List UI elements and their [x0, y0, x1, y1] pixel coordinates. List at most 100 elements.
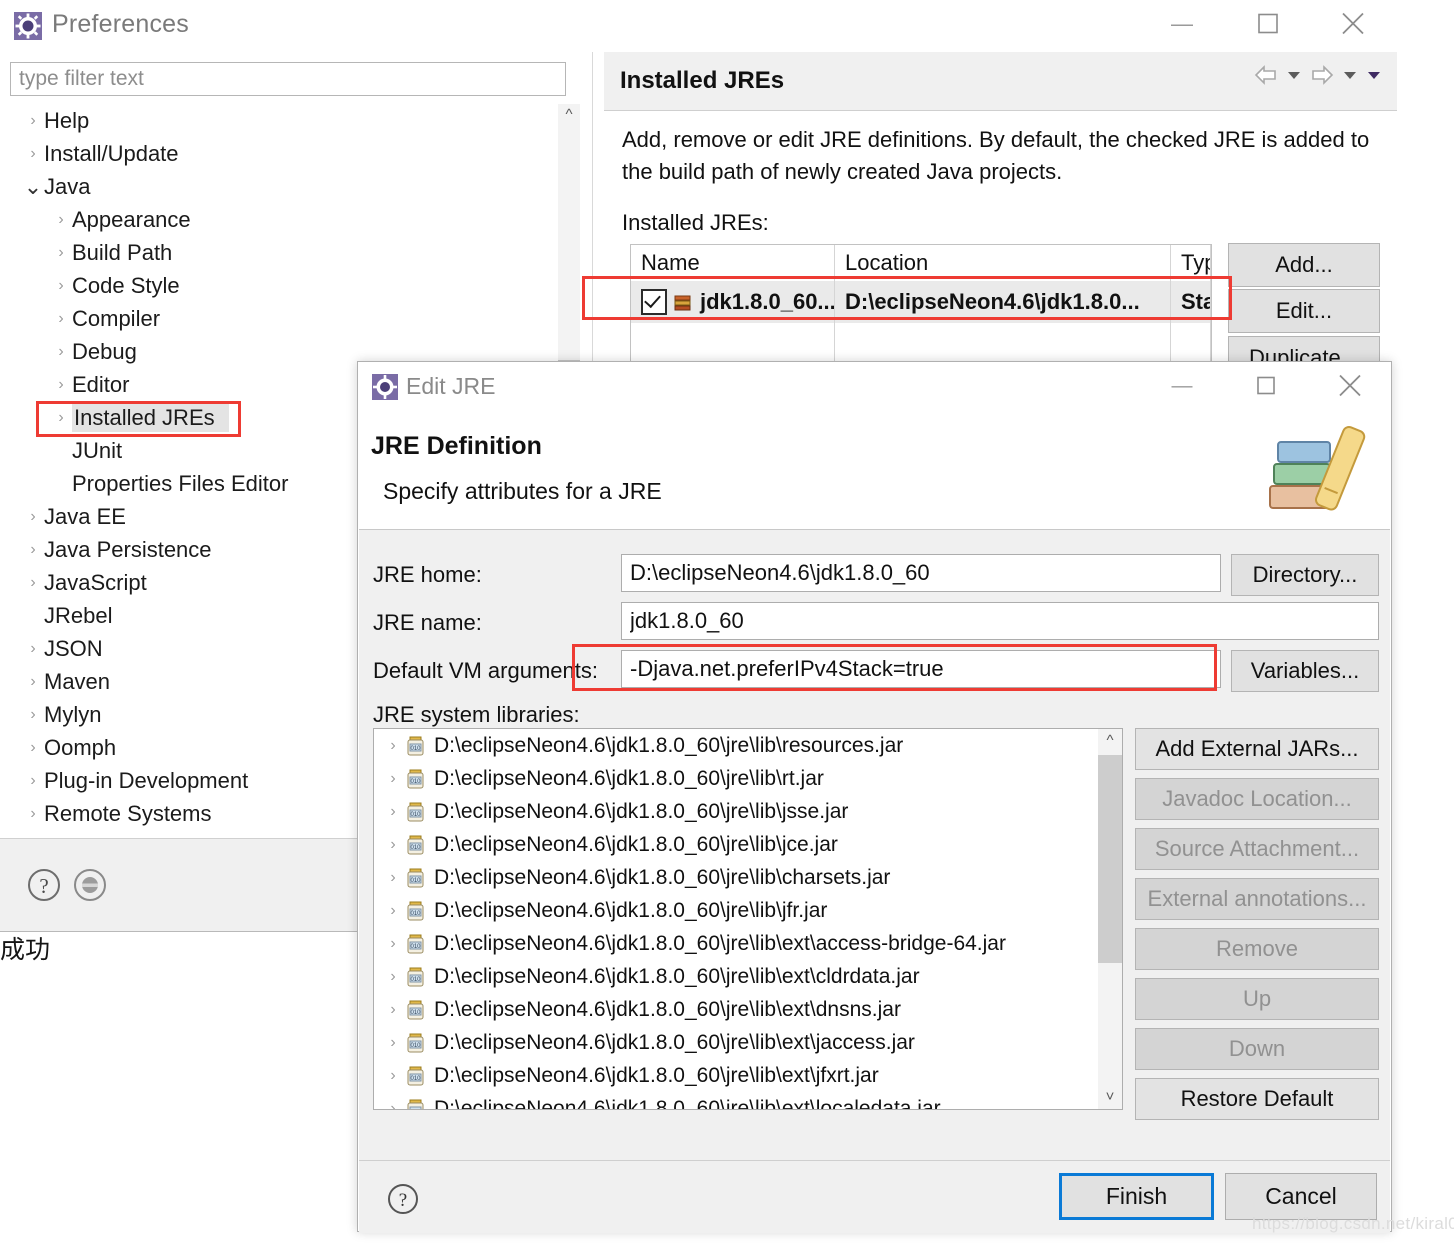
preferences-close-button[interactable] [1322, 0, 1384, 52]
jar-icon: 010 [404, 1098, 428, 1109]
preferences-minimize-button[interactable]: — [1151, 0, 1213, 52]
chevron-right-icon[interactable]: › [22, 706, 44, 723]
forward-dropdown-icon[interactable] [1341, 66, 1359, 89]
list-item[interactable]: › 010 D:\eclipseNeon4.6\jdk1.8.0_60\jre\li… [374, 927, 1122, 960]
chevron-right-icon[interactable]: › [382, 935, 404, 953]
edit-jre-maximize-button[interactable] [1237, 362, 1295, 414]
chevron-right-icon[interactable]: › [50, 310, 72, 327]
sidebar-item-help[interactable]: › Help [4, 104, 556, 137]
variables-button[interactable]: Variables... [1231, 650, 1379, 692]
chevron-right-icon[interactable]: › [22, 673, 44, 690]
add-external-jars-button[interactable]: Add External JARs... [1135, 728, 1379, 770]
apply-icon[interactable] [70, 865, 110, 910]
chevron-right-icon[interactable]: › [22, 145, 44, 162]
jre-name-cell[interactable]: jdk1.8.0_60... [631, 281, 835, 323]
chevron-down-icon[interactable]: ⌄ [22, 175, 44, 198]
edit-jre-button[interactable]: Edit... [1228, 289, 1380, 333]
scroll-down-icon[interactable]: ˅ [1098, 1085, 1122, 1109]
list-item[interactable]: › 010 D:\eclipseNeon4.6\jdk1.8.0_60\jre\li… [374, 1059, 1122, 1092]
jar-stack-icon [673, 293, 695, 311]
sidebar-item-appearance[interactable]: › Appearance [4, 203, 556, 236]
list-item[interactable]: › 010 D:\eclipseNeon4.6\jdk1.8.0_60\jre\li… [374, 762, 1122, 795]
chevron-right-icon[interactable]: › [382, 902, 404, 920]
list-item[interactable]: › 010 D:\eclipseNeon4.6\jdk1.8.0_60\jre\li… [374, 993, 1122, 1026]
sidebar-item-label: Installed JREs [72, 403, 229, 432]
jar-icon: 010 [404, 834, 428, 856]
column-header-type[interactable]: Typ [1171, 245, 1211, 281]
scrollbar-thumb[interactable] [1098, 755, 1122, 963]
chevron-right-icon[interactable]: › [50, 277, 72, 294]
vm-arguments-input[interactable] [621, 650, 1221, 688]
jar-icon: 010 [404, 1032, 428, 1054]
jre-home-input[interactable] [621, 554, 1221, 592]
restore-default-button[interactable]: Restore Default [1135, 1078, 1379, 1120]
chevron-right-icon[interactable]: › [22, 508, 44, 525]
jre-location-cell[interactable]: D:\eclipseNeon4.6\jdk1.8.0... [835, 281, 1171, 323]
cancel-button[interactable]: Cancel [1225, 1173, 1377, 1220]
jre-name-input[interactable] [621, 602, 1379, 640]
list-item[interactable]: › 010 D:\eclipseNeon4.6\jdk1.8.0_60\jre\li… [374, 795, 1122, 828]
forward-arrow-icon[interactable] [1309, 64, 1335, 91]
list-item[interactable]: › 010 D:\eclipseNeon4.6\jdk1.8.0_60\jre\li… [374, 1092, 1122, 1110]
chevron-right-icon[interactable]: › [50, 376, 72, 393]
sidebar-item-install-update[interactable]: › Install/Update [4, 137, 556, 170]
chevron-right-icon[interactable]: › [382, 968, 404, 986]
chevron-right-icon[interactable]: › [22, 640, 44, 657]
finish-button[interactable]: Finish [1059, 1173, 1214, 1220]
close-icon [1337, 373, 1363, 404]
table-row[interactable]: jdk1.8.0_60... D:\eclipseNeon4.6\jdk1.8.… [631, 281, 1211, 323]
chevron-right-icon[interactable]: › [382, 803, 404, 821]
chevron-right-icon[interactable]: › [22, 805, 44, 822]
chevron-right-icon[interactable]: › [22, 739, 44, 756]
chevron-right-icon[interactable]: › [382, 1067, 404, 1085]
list-item[interactable]: › 010 D:\eclipseNeon4.6\jdk1.8.0_60\jre\li… [374, 960, 1122, 993]
libraries-scrollbar[interactable]: ^ ˅ [1098, 729, 1122, 1109]
sidebar-item-label: JUnit [72, 437, 123, 463]
sidebar-item-build-path[interactable]: › Build Path [4, 236, 556, 269]
directory-button[interactable]: Directory... [1231, 554, 1379, 596]
sidebar-item-compiler[interactable]: › Compiler [4, 302, 556, 335]
scroll-up-icon[interactable]: ^ [1098, 729, 1122, 753]
library-path: D:\eclipseNeon4.6\jdk1.8.0_60\jre\lib\js… [434, 799, 849, 823]
edit-jre-minimize-button[interactable]: — [1153, 362, 1211, 414]
chevron-right-icon[interactable]: › [382, 737, 404, 755]
scroll-up-icon[interactable]: ^ [558, 104, 580, 126]
jre-checkbox[interactable] [641, 289, 667, 315]
sidebar-item-code-style[interactable]: › Code Style [4, 269, 556, 302]
edit-jre-close-button[interactable] [1321, 362, 1379, 414]
chevron-right-icon[interactable]: › [22, 772, 44, 789]
help-icon[interactable]: ? [385, 1181, 421, 1222]
sidebar-item-java[interactable]: ⌄ Java [4, 170, 556, 203]
list-item[interactable]: › 010 D:\eclipseNeon4.6\jdk1.8.0_60\jre\li… [374, 861, 1122, 894]
chevron-right-icon[interactable]: › [382, 869, 404, 887]
chevron-right-icon[interactable]: › [382, 1001, 404, 1019]
preferences-maximize-button[interactable] [1237, 0, 1299, 52]
chevron-right-icon[interactable]: › [22, 574, 44, 591]
chevron-right-icon[interactable]: › [22, 112, 44, 129]
jre-type-cell[interactable]: Sta [1171, 281, 1211, 323]
chevron-right-icon[interactable]: › [50, 211, 72, 228]
add-jre-button[interactable]: Add... [1228, 243, 1380, 287]
filter-input[interactable] [10, 62, 566, 96]
chevron-right-icon[interactable]: › [22, 541, 44, 558]
chevron-right-icon[interactable]: › [50, 244, 72, 261]
jre-system-libraries-list[interactable]: › 010 D:\eclipseNeon4.6\jdk1.8.0_60\jre\li… [373, 728, 1123, 1110]
list-item[interactable]: › 010 D:\eclipseNeon4.6\jdk1.8.0_60\jre\li… [374, 894, 1122, 927]
back-arrow-icon[interactable] [1253, 64, 1279, 91]
view-menu-icon[interactable] [1365, 66, 1383, 89]
chevron-right-icon[interactable]: › [382, 836, 404, 854]
list-item[interactable]: › 010 D:\eclipseNeon4.6\jdk1.8.0_60\jre\li… [374, 1026, 1122, 1059]
chevron-right-icon[interactable]: › [382, 1034, 404, 1052]
maximize-icon [1257, 13, 1279, 40]
column-header-name[interactable]: Name [631, 245, 835, 281]
sidebar-item-label: Plug-in Development [44, 767, 249, 793]
list-item[interactable]: › 010 D:\eclipseNeon4.6\jdk1.8.0_60\jre\li… [374, 729, 1122, 762]
chevron-right-icon[interactable]: › [382, 1100, 404, 1110]
chevron-right-icon[interactable]: › [50, 409, 72, 426]
column-header-location[interactable]: Location [835, 245, 1171, 281]
back-dropdown-icon[interactable] [1285, 66, 1303, 89]
help-icon[interactable]: ? [24, 865, 64, 910]
chevron-right-icon[interactable]: › [50, 343, 72, 360]
list-item[interactable]: › 010 D:\eclipseNeon4.6\jdk1.8.0_60\jre\li… [374, 828, 1122, 861]
chevron-right-icon[interactable]: › [382, 770, 404, 788]
